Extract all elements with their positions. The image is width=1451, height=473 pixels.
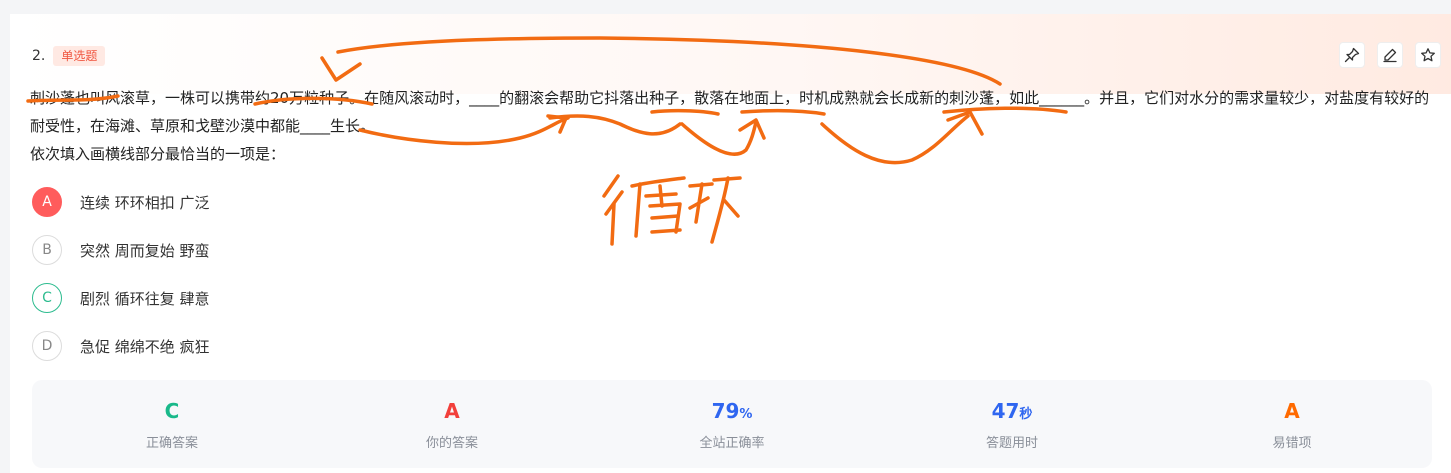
stat-label: 你的答案: [425, 435, 478, 451]
stat-value: 47秒: [992, 398, 1033, 428]
stat-unit: %: [739, 406, 753, 422]
stat-label: 正确答案: [145, 435, 198, 451]
option-b[interactable]: B 突然 周而复始 野蛮: [32, 234, 210, 266]
stat-value: C: [165, 398, 180, 428]
option-letter: A: [32, 187, 62, 217]
question-type-badge: 单选题: [53, 46, 106, 66]
stat-number: A: [1284, 398, 1300, 423]
option-c[interactable]: C 剧烈 循环往复 肆意: [32, 282, 210, 314]
stat-accuracy: 79% 全站正确率: [592, 380, 872, 468]
stat-error-prone: A 易错项: [1152, 380, 1432, 468]
question-toolbar: [1339, 42, 1441, 68]
question-number: 2.: [32, 48, 46, 64]
option-a[interactable]: A 连续 环环相扣 广泛: [32, 186, 210, 218]
option-text: 剧烈 循环往复 肆意: [80, 289, 210, 308]
pencil-icon: [1383, 48, 1397, 63]
stat-number: 47: [991, 398, 1020, 423]
stat-number: 79: [711, 398, 740, 423]
stat-value: 79%: [712, 398, 753, 428]
option-text: 连续 环环相扣 广泛: [80, 193, 210, 212]
stat-value: A: [444, 398, 459, 428]
question-header: 2. 单选题: [32, 46, 106, 66]
pin-icon: [1344, 47, 1360, 63]
stat-label: 全站正确率: [699, 435, 765, 451]
stat-label: 答题用时: [985, 435, 1038, 451]
stat-number: A: [444, 398, 460, 423]
edit-note-button[interactable]: [1377, 42, 1403, 68]
stat-your-answer: A 你的答案: [312, 380, 592, 468]
option-text: 急促 绵绵不绝 疯狂: [80, 337, 210, 356]
answer-stats-panel: C 正确答案 A 你的答案 79% 全站正确率 47秒 答题用时 A 易错项: [32, 380, 1432, 468]
stem-prompt: 依次填入画横线部分最恰当的一项是：: [30, 145, 286, 163]
option-text: 突然 周而复始 野蛮: [80, 241, 210, 260]
star-icon: [1421, 48, 1435, 62]
question-stem: 刺沙蓬也叫风滚草，一株可以携带约20万粒种子。在随风滚动时，____的翻滚会帮助…: [30, 84, 1440, 168]
stat-value: A: [1284, 398, 1299, 428]
options-list: A 连续 环环相扣 广泛 B 突然 周而复始 野蛮 C 剧烈 循环往复 肆意 D…: [32, 186, 210, 378]
option-letter: C: [32, 283, 62, 313]
stat-label: 易错项: [1272, 435, 1312, 451]
stat-correct-answer: C 正确答案: [32, 380, 312, 468]
pin-button[interactable]: [1339, 42, 1365, 68]
option-letter: B: [32, 235, 62, 265]
favorite-button[interactable]: [1415, 42, 1441, 68]
stem-text: 刺沙蓬也叫风滚草，一株可以携带约20万粒种子。在随风滚动时，____的翻滚会帮助…: [30, 89, 1430, 135]
question-card: 2. 单选题 刺沙蓬也叫风滚草，一株可以携带约20万粒种子。在随风滚动时，___…: [10, 14, 1451, 473]
option-letter: D: [32, 331, 62, 361]
option-d[interactable]: D 急促 绵绵不绝 疯狂: [32, 330, 210, 362]
stat-time-used: 47秒 答题用时: [872, 380, 1152, 468]
stat-number: C: [164, 398, 180, 423]
stat-unit: 秒: [1019, 406, 1033, 422]
